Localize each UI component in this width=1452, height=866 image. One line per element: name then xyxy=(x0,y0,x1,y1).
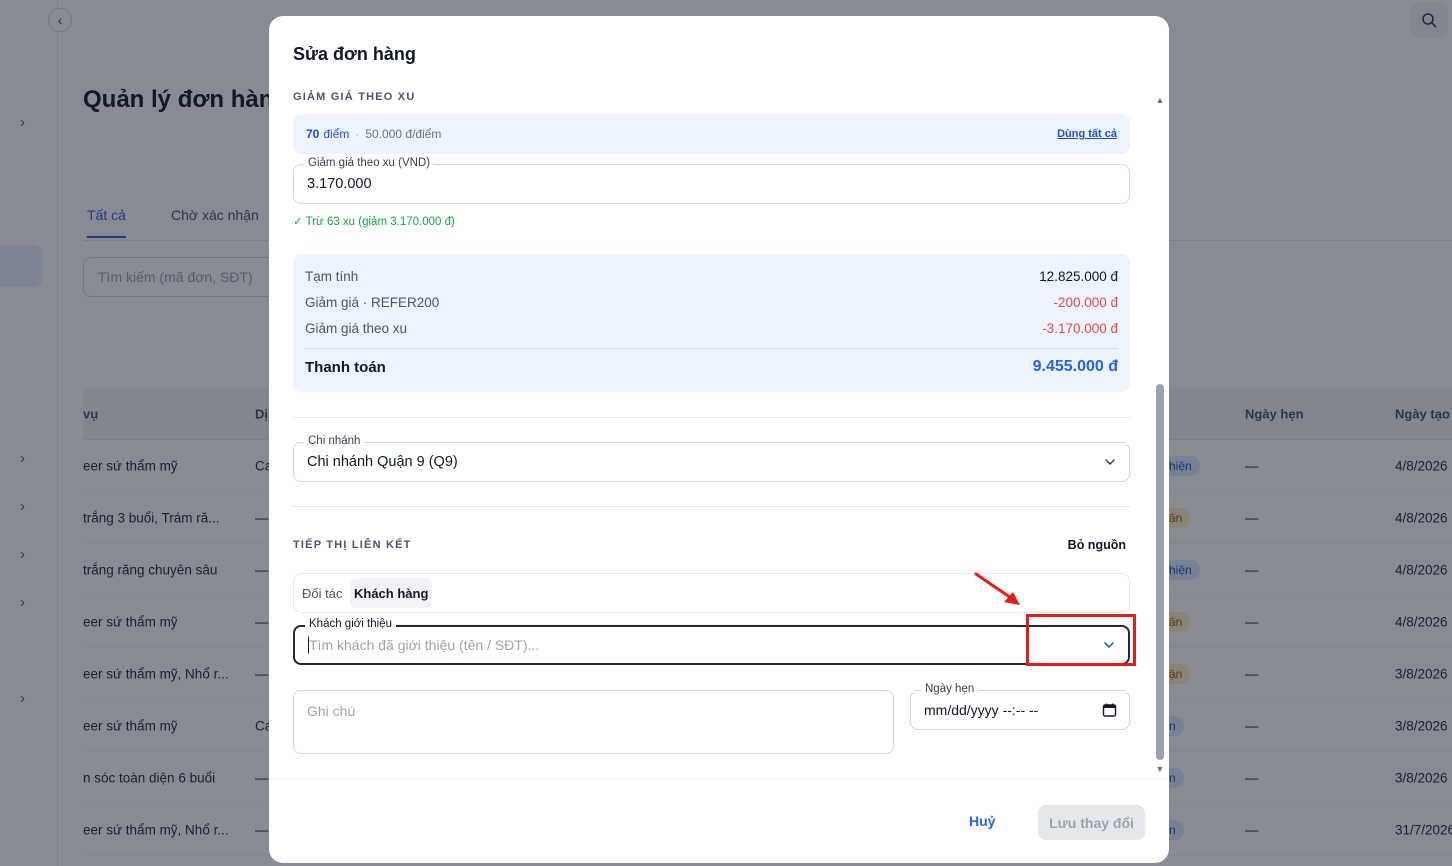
annotation-highlight-box xyxy=(1026,614,1136,666)
modal-scrollbar-thumb[interactable] xyxy=(1156,384,1164,760)
summary-row-coin-discount: Giảm giá theo xu -3.170.000 đ xyxy=(305,321,1118,336)
coin-rate: 50.000 đ/điểm xyxy=(365,127,442,141)
scroll-down-arrow-icon[interactable]: ▼ xyxy=(1155,764,1165,774)
divider xyxy=(293,417,1130,418)
save-changes-button[interactable]: Lưu thay đổi xyxy=(1038,805,1145,840)
coin-section-label: GIẢM GIÁ THEO XU xyxy=(293,91,416,103)
divider xyxy=(293,506,1130,507)
coin-deduction-note: ✓ Trừ 63 xu (giảm 3.170.000 đ) xyxy=(293,216,455,228)
coin-discount-field[interactable]: Giảm giá theo xu (VND) 3.170.000 xyxy=(293,157,1130,204)
coin-balance-bar: 70 điểm · 50.000 đ/điểm Dùng tất cả xyxy=(293,114,1130,154)
branch-select[interactable]: Chi nhánh Chi nhánh Quận 9 (Q9) xyxy=(293,435,1130,482)
use-all-coins-link[interactable]: Dùng tất cả xyxy=(1057,128,1117,140)
coin-discount-value: 3.170.000 xyxy=(307,176,372,192)
coin-discount-label: Giảm giá theo xu (VND) xyxy=(304,157,435,169)
modal-footer: Huỷ Lưu thay đổi xyxy=(269,778,1169,863)
calendar-icon[interactable] xyxy=(1102,703,1117,718)
summary-row-discount: Giảm giá · REFER200 -200.000 đ xyxy=(305,295,1118,310)
tab-customer[interactable]: Khách hàng xyxy=(350,578,433,608)
summary-divider xyxy=(305,348,1118,349)
branch-value: Chi nhánh Quận 9 (Q9) xyxy=(307,454,458,470)
scroll-up-arrow-icon[interactable]: ▲ xyxy=(1155,95,1165,105)
annotation-arrow-icon xyxy=(974,572,1020,605)
appointment-label: Ngày hẹn xyxy=(921,683,979,695)
edit-order-modal: Sửa đơn hàng GIẢM GIÁ THEO XU 70 điểm · 5… xyxy=(269,16,1169,863)
chevron-down-icon xyxy=(1105,459,1115,465)
affiliate-section-label: TIẾP THỊ LIÊN KẾT xyxy=(293,539,412,551)
coin-points: 70 điểm xyxy=(306,127,350,141)
branch-label: Chi nhánh xyxy=(304,435,365,447)
note-placeholder: Ghi chú xyxy=(307,703,356,719)
note-textarea[interactable]: Ghi chú xyxy=(293,690,894,754)
appointment-datetime-input[interactable]: Ngày hẹn mm/dd/yyyy --:-- -- xyxy=(910,683,1130,730)
modal-body: GIẢM GIÁ THEO XU 70 điểm · 50.000 đ/điểm … xyxy=(269,76,1169,778)
appointment-placeholder: mm/dd/yyyy --:-- -- xyxy=(924,702,1039,718)
tab-partner[interactable]: Đối tác xyxy=(298,578,346,608)
summary-row-subtotal: Tạm tính 12.825.000 đ xyxy=(305,269,1118,284)
summary-total: Thanh toán 9.455.000 đ xyxy=(305,358,1118,376)
cancel-button[interactable]: Huỷ xyxy=(969,813,995,829)
referrer-placeholder: Tìm khách đã giới thiệu (tên / SĐT)... xyxy=(309,637,540,653)
price-summary: Tạm tính 12.825.000 đ Giảm giá · REFER20… xyxy=(293,254,1130,392)
modal-title: Sửa đơn hàng xyxy=(293,44,416,64)
remove-source-button[interactable]: Bỏ nguồn xyxy=(1068,538,1126,552)
referrer-customer-combobox[interactable]: Khách giới thiệu Tìm khách đã giới thiệu… xyxy=(293,618,1130,665)
referrer-label: Khách giới thiệu xyxy=(305,618,396,630)
